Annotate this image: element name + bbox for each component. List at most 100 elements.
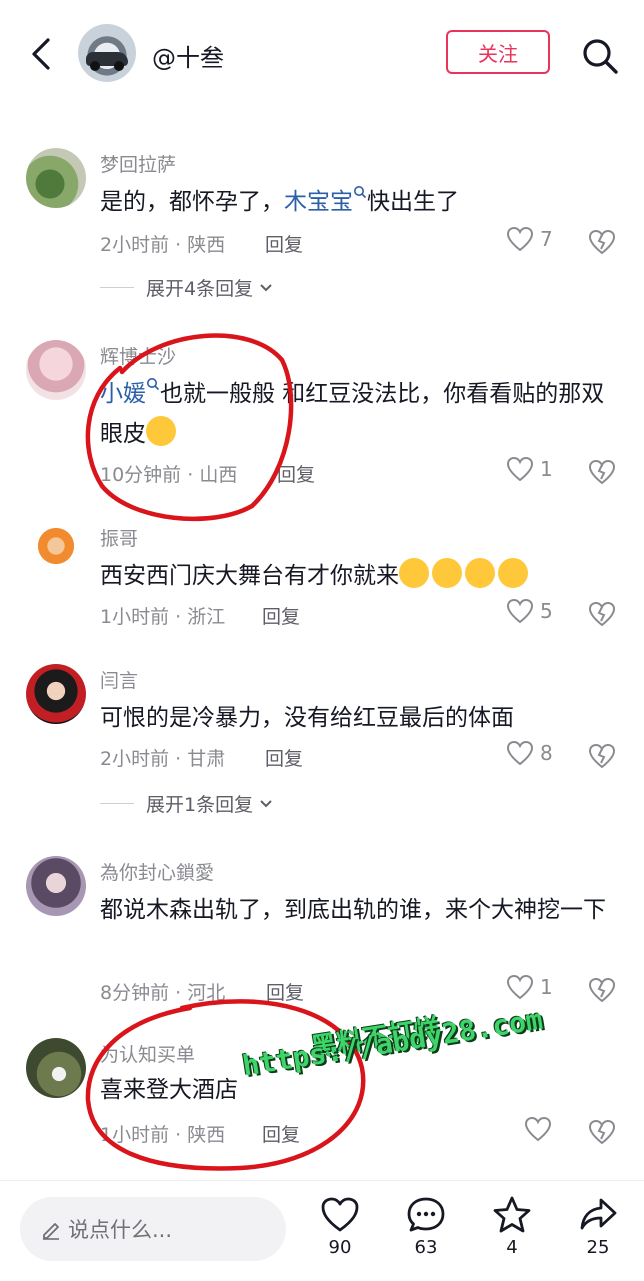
like-count: 1 xyxy=(540,457,553,481)
dislike-icon[interactable] xyxy=(588,458,616,486)
crying-emoji-icon xyxy=(465,558,495,588)
like-count: 1 xyxy=(540,975,553,999)
favorite-action-button[interactable]: 4 xyxy=(482,1195,542,1258)
comment-text-part: 快出生了 xyxy=(367,189,459,215)
comment-username[interactable]: 闫言 xyxy=(100,666,138,693)
favorite-action-count: 4 xyxy=(506,1237,518,1258)
search-mini-icon xyxy=(147,378,160,391)
avatar[interactable] xyxy=(26,1038,86,1098)
comment-text-part: 也就一般般 和红豆没法比，你看看贴的那双眼皮 xyxy=(100,381,605,447)
dislike-icon[interactable] xyxy=(588,600,616,628)
dislike-icon[interactable] xyxy=(588,1118,616,1146)
comment-text: 喜来登大酒店 xyxy=(100,1077,238,1103)
heart-outline-icon xyxy=(506,598,534,624)
avatar[interactable] xyxy=(26,522,86,582)
reply-button[interactable]: 回复 xyxy=(262,1120,300,1147)
top-bar: @十叁 关注 xyxy=(0,0,644,100)
comment-username[interactable]: 为认知买单 xyxy=(100,1040,195,1067)
comment-location: 陕西 xyxy=(187,234,226,256)
comment-text: 西安西门庆大舞台有才你就来 xyxy=(100,556,610,596)
like-button[interactable]: 1 xyxy=(506,456,553,482)
mention-link[interactable]: 木宝宝 xyxy=(284,189,353,215)
comment-text: 都说木森出轨了，到底出轨的谁，来个大神挖一下 xyxy=(100,897,606,923)
comment-action-button[interactable]: 63 xyxy=(396,1195,456,1258)
expand-label: 展开1条回复 xyxy=(146,794,254,816)
like-count: 5 xyxy=(540,599,553,623)
car-image xyxy=(86,52,128,71)
reply-button[interactable]: 回复 xyxy=(277,460,315,487)
comment-time: 2小时前 xyxy=(100,234,170,256)
like-button[interactable]: 1 xyxy=(506,974,553,1000)
like-action-button[interactable]: 90 xyxy=(310,1195,370,1258)
like-button[interactable]: 5 xyxy=(506,598,553,624)
expand-replies-button[interactable]: 展开1条回复 xyxy=(100,790,273,817)
comment-meta: 10分钟前 · 山西 xyxy=(100,464,238,486)
dislike-icon[interactable] xyxy=(588,976,616,1004)
comment-text-part: 西安西门庆大舞台有才你就来 xyxy=(100,563,399,589)
avatar[interactable] xyxy=(26,664,86,724)
reply-button[interactable]: 回复 xyxy=(262,602,300,629)
comment-text: 小媛 也就一般般 和红豆没法比，你看看贴的那双眼皮 xyxy=(100,374,610,454)
laughing-tears-emoji-icon xyxy=(146,416,176,446)
share-arrow-icon xyxy=(580,1198,617,1230)
author-username[interactable]: @十叁 xyxy=(152,38,224,73)
comment-meta: 8分钟前 · 河北 xyxy=(100,982,226,1004)
expand-label: 展开4条回复 xyxy=(146,278,254,300)
comment-input[interactable]: 说点什么... xyxy=(20,1197,286,1261)
comment-text: 可恨的是冷暴力，没有给红豆最后的体面 xyxy=(100,705,514,731)
comment-username[interactable]: 辉博士沙 xyxy=(100,342,176,369)
comment-meta: 1小时前 · 陕西 xyxy=(100,1124,226,1146)
comment-username[interactable]: 為你封心鎖愛 xyxy=(100,858,214,885)
comment-bubble-icon xyxy=(407,1197,445,1232)
share-action-button[interactable]: 25 xyxy=(568,1195,628,1258)
reply-button[interactable]: 回复 xyxy=(265,744,303,771)
heart-outline-icon xyxy=(506,740,534,766)
chevron-down-icon xyxy=(260,283,272,291)
like-button[interactable]: 7 xyxy=(506,226,553,252)
comment-location: 甘肃 xyxy=(187,748,226,770)
dislike-icon[interactable] xyxy=(588,742,616,770)
dislike-icon[interactable] xyxy=(588,228,616,256)
like-button[interactable] xyxy=(524,1116,552,1142)
search-icon[interactable] xyxy=(580,36,620,76)
heart-outline-icon xyxy=(524,1116,552,1142)
reply-button[interactable]: 回复 xyxy=(265,230,303,257)
crying-emoji-icon xyxy=(399,558,429,588)
comment-location: 陕西 xyxy=(187,1124,226,1146)
pencil-icon xyxy=(43,1223,59,1240)
chevron-down-icon xyxy=(260,799,272,807)
bottom-action-bar: 说点什么... 90 63 4 25 xyxy=(0,1180,644,1281)
comment-time: 10分钟前 xyxy=(100,464,182,486)
avatar[interactable] xyxy=(26,856,86,916)
star-icon xyxy=(493,1196,531,1233)
back-arrow-icon[interactable] xyxy=(28,36,58,72)
comment-location: 浙江 xyxy=(187,606,226,628)
comment-meta: 2小时前 · 甘肃 xyxy=(100,748,226,770)
author-avatar[interactable] xyxy=(78,24,136,82)
heart-outline-icon xyxy=(506,974,534,1000)
comment-text: 是的，都怀孕了，木宝宝 快出生了 xyxy=(100,182,610,222)
mention-link[interactable]: 小媛 xyxy=(100,381,146,407)
heart-icon xyxy=(321,1197,359,1232)
comment-text-part: 是的，都怀孕了， xyxy=(100,189,284,215)
comment-location: 山西 xyxy=(199,464,238,486)
divider-line xyxy=(100,287,134,288)
follow-button[interactable]: 关注 xyxy=(446,30,550,74)
comment-time: 2小时前 xyxy=(100,748,170,770)
reply-button[interactable]: 回复 xyxy=(266,978,304,1005)
heart-outline-icon xyxy=(506,226,534,252)
comment-action-count: 63 xyxy=(414,1237,438,1258)
like-button[interactable]: 8 xyxy=(506,740,553,766)
expand-replies-button[interactable]: 展开4条回复 xyxy=(100,274,273,301)
comment-username[interactable]: 梦回拉萨 xyxy=(100,150,176,177)
comment-time: 1小时前 xyxy=(100,1124,170,1146)
divider-line xyxy=(100,803,134,804)
like-count: 8 xyxy=(540,741,553,765)
avatar[interactable] xyxy=(26,148,86,208)
comment-username[interactable]: 振哥 xyxy=(100,524,138,551)
comment-input-placeholder: 说点什么... xyxy=(68,1218,173,1242)
like-count: 7 xyxy=(540,227,553,251)
like-action-count: 90 xyxy=(328,1237,352,1258)
avatar[interactable] xyxy=(26,340,86,400)
crying-emoji-icon xyxy=(498,558,528,588)
